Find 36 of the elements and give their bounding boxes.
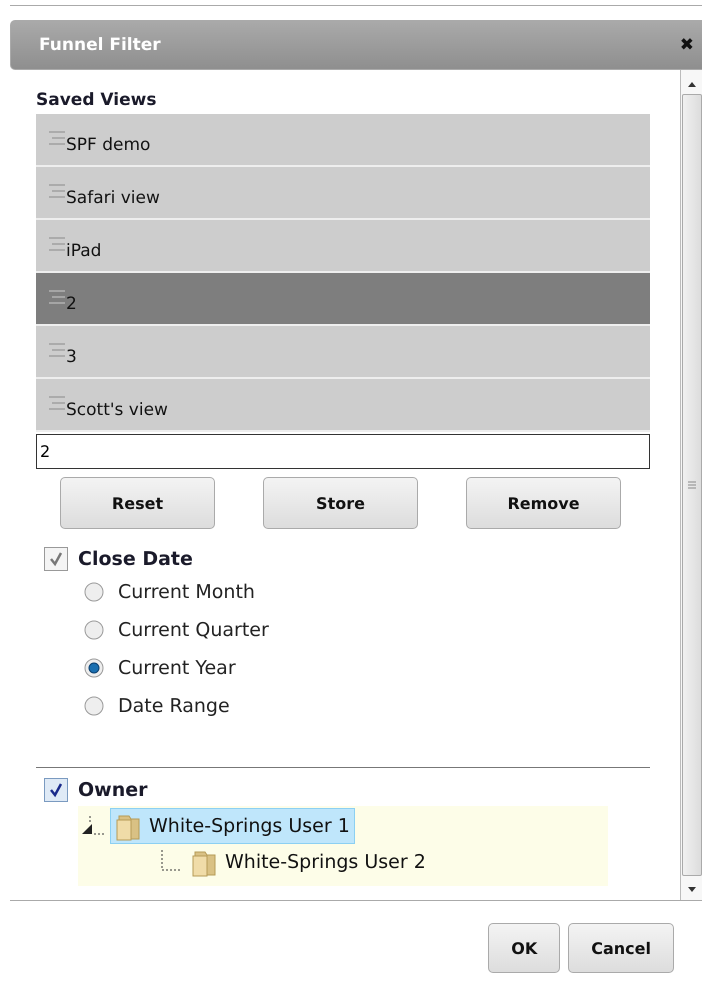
action-button[interactable]: Reset — [60, 477, 215, 529]
radio-label: Date Range — [118, 695, 230, 717]
radio-label: Current Month — [118, 581, 255, 603]
radio-label: Current Quarter — [118, 619, 269, 641]
drag-handle-icon[interactable] — [48, 236, 66, 252]
saved-view-item[interactable]: Scott's view — [36, 379, 650, 432]
dialog-title: Funnel Filter — [39, 35, 161, 55]
drag-handle-icon[interactable] — [48, 288, 66, 304]
drag-handle-icon[interactable] — [48, 182, 66, 198]
checkbox[interactable] — [44, 778, 68, 802]
dialog-button[interactable]: Cancel — [568, 923, 674, 973]
action-button[interactable]: Store — [263, 477, 418, 529]
scrollbar[interactable] — [680, 70, 702, 900]
view-name-field[interactable]: 2 — [36, 434, 650, 469]
dialog-button[interactable]: OK — [488, 923, 560, 973]
saved-view-item[interactable]: SPF demo — [36, 114, 650, 167]
drag-handle-icon[interactable] — [48, 394, 66, 410]
scroll-up-icon[interactable] — [686, 80, 696, 88]
drag-handle-icon[interactable] — [48, 342, 66, 358]
filter-label: Close Date — [78, 548, 193, 570]
close-button[interactable]: ✖ — [680, 35, 694, 55]
saved-view-item[interactable]: 2 — [36, 273, 650, 326]
section-heading: Saved Views — [36, 90, 156, 110]
radio-label: Current Year — [118, 657, 236, 679]
saved-view-item[interactable]: Safari view — [36, 167, 650, 220]
checkmark-icon — [48, 782, 64, 798]
tree-item[interactable]: White-Springs User 2 — [186, 844, 431, 880]
tree-item[interactable]: White-Springs User 1 — [110, 808, 355, 844]
saved-view-item[interactable]: iPad — [36, 220, 650, 273]
drag-handle-icon[interactable] — [48, 130, 66, 146]
grip-icon — [688, 480, 696, 490]
scroll-down-icon[interactable] — [686, 886, 696, 894]
action-button[interactable]: Remove — [466, 477, 621, 529]
checkmark-icon — [48, 551, 64, 567]
filter-label: Owner — [78, 779, 148, 801]
saved-view-item[interactable]: 3 — [36, 326, 650, 379]
